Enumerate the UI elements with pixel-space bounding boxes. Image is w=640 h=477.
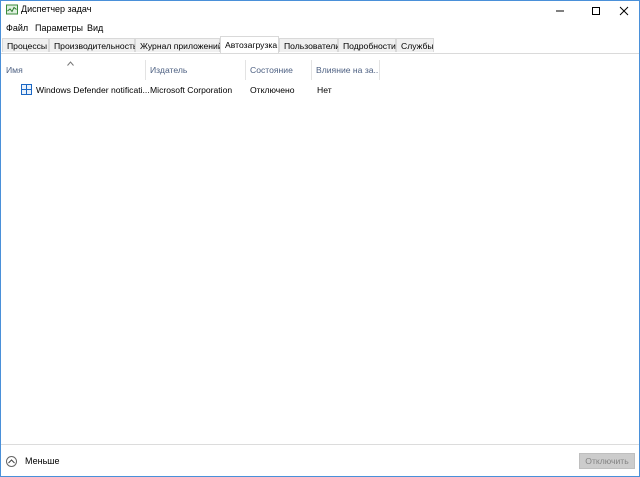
sort-ascending-icon [67,61,74,66]
menu-file[interactable]: Файл [6,23,28,33]
column-divider[interactable] [379,60,380,80]
tab-services[interactable]: Службы [396,38,434,52]
tab-users[interactable]: Пользователи [279,38,340,52]
menu-view[interactable]: Вид [87,23,103,33]
task-manager-window: Диспетчер задач Файл Параметры Вид Проце… [0,0,640,477]
close-icon [619,6,629,15]
shield-defender-icon [21,84,32,95]
column-status[interactable]: Состояние [250,65,293,75]
maximize-button[interactable] [581,1,611,20]
column-divider[interactable] [145,60,146,80]
window-title: Диспетчер задач [21,4,92,14]
table-row[interactable]: Windows Defender notificati... Microsoft… [1,82,639,98]
column-header: Имя Издатель Состояние Влияние на за... [1,54,639,80]
row-name: Windows Defender notificati... [36,85,150,95]
maximize-icon [592,6,600,15]
fewer-details-button[interactable]: Меньше [6,453,60,469]
column-divider[interactable] [245,60,246,80]
tab-details[interactable]: Подробности [338,38,396,52]
disable-button[interactable]: Отключить [579,453,635,469]
tab-performance[interactable]: Производительность [49,38,137,52]
row-impact: Нет [317,85,332,95]
footer-divider [1,444,639,445]
row-status: Отключено [250,85,295,95]
menu-options[interactable]: Параметры [35,23,83,33]
column-divider[interactable] [311,60,312,80]
tab-bar: Процессы Производительность Журнал прило… [1,36,639,54]
close-button[interactable] [609,1,639,20]
tab-startup[interactable]: Автозагрузка [220,36,279,53]
column-publisher[interactable]: Издатель [150,65,187,75]
tab-app-history[interactable]: Журнал приложений [135,38,223,52]
column-name[interactable]: Имя [6,65,23,75]
chevron-up-icon [6,455,17,467]
minimize-icon [556,10,564,11]
fewer-details-label: Меньше [25,456,60,466]
tab-processes[interactable]: Процессы [2,38,49,52]
minimize-button[interactable] [545,1,575,20]
row-publisher: Microsoft Corporation [150,85,233,95]
task-manager-app-icon [6,4,18,15]
menu-bar: Файл Параметры Вид [1,21,639,35]
title-bar[interactable]: Диспетчер задач [1,1,639,20]
column-startup-impact[interactable]: Влияние на за... [316,65,381,75]
